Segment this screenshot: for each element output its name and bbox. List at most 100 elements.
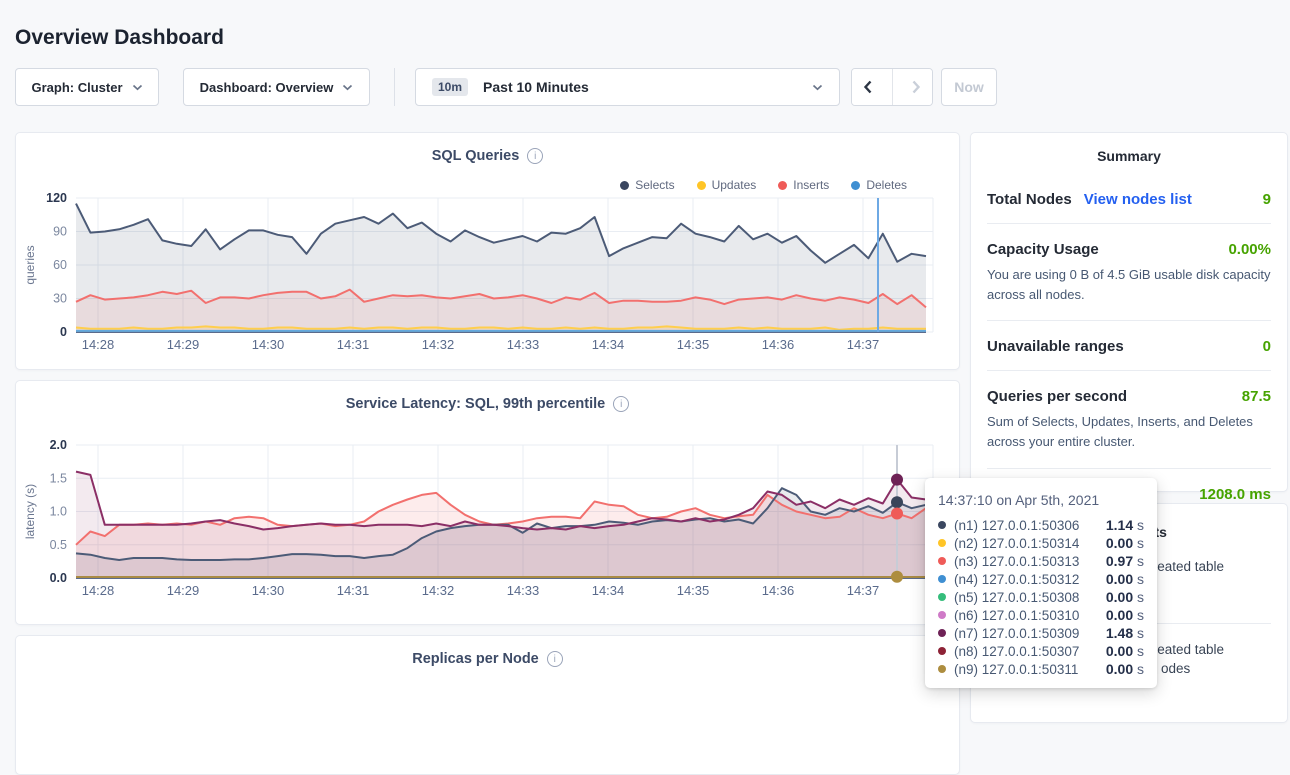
summary-row-qps: Queries per second 87.5 Sum of Selects, … <box>987 371 1271 468</box>
svg-text:14:29: 14:29 <box>167 337 200 352</box>
time-range-badge: 10m <box>432 78 468 96</box>
replicas-title: Replicas per Node <box>412 651 539 667</box>
legend-label: Deletes <box>866 178 907 192</box>
dashboard-dropdown[interactable]: Dashboard: Overview <box>183 68 370 106</box>
qps-desc: Sum of Selects, Updates, Inserts, and De… <box>987 412 1271 452</box>
node-dot-icon <box>938 593 946 601</box>
tooltip-node-row: (n5) 127.0.0.1:503080.00 s <box>938 588 1144 606</box>
svg-text:queries: queries <box>23 245 37 284</box>
summary-row-unavailable: Unavailable ranges 0 <box>987 321 1271 371</box>
tooltip-node-row: (n1) 127.0.0.1:50306 1.14 s <box>938 516 1144 534</box>
legend-item-selects[interactable]: Selects <box>620 178 674 192</box>
p99-value: 1208.0 ms <box>1199 486 1271 503</box>
svg-text:14:31: 14:31 <box>337 337 370 352</box>
replicas-card: Replicas per Node <box>15 635 960 775</box>
svg-text:14:36: 14:36 <box>762 337 795 352</box>
svg-text:90: 90 <box>53 225 67 239</box>
svg-text:14:29: 14:29 <box>167 583 200 598</box>
legend-item-updates[interactable]: Updates <box>697 178 757 192</box>
svg-text:14:33: 14:33 <box>507 583 540 598</box>
latency-title: Service Latency: SQL, 99th percentile <box>346 396 606 412</box>
node-address: (n1) 127.0.0.1:50306 <box>954 518 1079 533</box>
latency-card: Service Latency: SQL, 99th percentile 0.… <box>15 380 960 625</box>
svg-text:14:28: 14:28 <box>82 583 115 598</box>
capacity-desc: You are using 0 B of 4.5 GiB usable disk… <box>987 265 1271 305</box>
latency-title-row: Service Latency: SQL, 99th percentile <box>16 396 959 412</box>
info-icon[interactable] <box>527 148 543 164</box>
node-latency-value: 1.14 s <box>1106 517 1144 533</box>
replicas-title-row: Replicas per Node <box>16 651 959 667</box>
node-latency-value: 0.00 s <box>1106 661 1144 677</box>
node-latency-value: 0.00 s <box>1106 571 1144 587</box>
node-address: (n7) 127.0.0.1:50309 <box>954 626 1079 641</box>
svg-text:14:31: 14:31 <box>337 583 370 598</box>
svg-text:14:37: 14:37 <box>847 337 880 352</box>
node-latency-value: 0.00 s <box>1106 643 1144 659</box>
info-icon[interactable] <box>613 396 629 412</box>
tooltip-node-row: (n2) 127.0.0.1:50314 0.00 s <box>938 534 1144 552</box>
node-address: (n4) 127.0.0.1:50312 <box>954 572 1079 587</box>
summary-row-capacity: Capacity Usage 0.00% You are using 0 B o… <box>987 224 1271 321</box>
tooltip-node-row: (n8) 127.0.0.1:503070.00 s <box>938 642 1144 660</box>
svg-text:14:33: 14:33 <box>507 337 540 352</box>
unavailable-label: Unavailable ranges <box>987 338 1124 355</box>
toolbar-divider <box>394 68 395 106</box>
view-nodes-list-link[interactable]: View nodes list <box>1084 191 1192 208</box>
svg-text:14:34: 14:34 <box>592 337 625 352</box>
tooltip-node-row: (n6) 127.0.0.1:503100.00 s <box>938 606 1144 624</box>
tooltip-timestamp: 14:37:10 on Apr 5th, 2021 <box>938 492 1144 508</box>
chevron-down-icon <box>132 84 143 91</box>
latency-chart[interactable]: 0.00.51.01.52.014:2814:2914:3014:3114:32… <box>16 433 961 613</box>
node-latency-value: 1.48 s <box>1106 625 1144 641</box>
node-dot-icon <box>938 521 946 529</box>
svg-text:0.0: 0.0 <box>50 571 67 585</box>
summary-header: Summary <box>971 133 1287 164</box>
time-prev-button[interactable] <box>852 69 883 105</box>
graph-dropdown[interactable]: Graph: Cluster <box>15 68 159 106</box>
node-address: (n2) 127.0.0.1:50314 <box>954 536 1079 551</box>
node-dot-icon <box>938 629 946 637</box>
capacity-value: 0.00% <box>1228 241 1271 258</box>
node-dot-icon <box>938 575 946 583</box>
svg-text:0: 0 <box>60 325 67 339</box>
total-nodes-label: Total Nodes <box>987 191 1072 208</box>
now-button[interactable]: Now <box>941 68 997 106</box>
legend-dot-icon <box>851 181 860 190</box>
node-dot-icon <box>938 539 946 547</box>
node-address: (n5) 127.0.0.1:50308 <box>954 590 1079 605</box>
chevron-right-icon <box>911 79 922 95</box>
chevron-down-icon <box>342 84 353 91</box>
legend-item-deletes[interactable]: Deletes <box>851 178 907 192</box>
node-address: (n9) 127.0.0.1:50311 <box>954 662 1078 677</box>
svg-text:14:30: 14:30 <box>252 337 285 352</box>
node-address: (n6) 127.0.0.1:50310 <box>954 608 1079 623</box>
node-dot-icon <box>938 611 946 619</box>
svg-text:30: 30 <box>53 292 67 306</box>
node-latency-value: 0.00 s <box>1106 535 1144 551</box>
summary-panel: Summary Total Nodes View nodes list 9 Ca… <box>970 132 1288 492</box>
svg-text:60: 60 <box>53 258 67 272</box>
svg-text:120: 120 <box>46 191 67 205</box>
time-range-label: Past 10 Minutes <box>483 79 589 95</box>
sql-queries-chart[interactable]: 030609012014:2814:2914:3014:3114:3214:33… <box>16 191 961 366</box>
tooltip-node-row: (n3) 127.0.0.1:503130.97 s <box>938 552 1144 570</box>
total-nodes-value: 9 <box>1263 191 1271 208</box>
pager-divider <box>892 69 893 105</box>
svg-text:1.0: 1.0 <box>50 505 67 519</box>
svg-text:2.0: 2.0 <box>50 438 67 452</box>
capacity-label: Capacity Usage <box>987 241 1099 258</box>
event-item[interactable]: created table odes <box>1146 640 1224 678</box>
tooltip-node-row: (n4) 127.0.0.1:50312 0.00 s <box>938 570 1144 588</box>
time-range-selector[interactable]: 10m Past 10 Minutes <box>415 68 840 106</box>
legend-label: Selects <box>635 178 674 192</box>
legend-item-inserts[interactable]: Inserts <box>778 178 829 192</box>
graph-dropdown-label: Graph: Cluster <box>31 80 122 95</box>
svg-text:14:32: 14:32 <box>422 337 455 352</box>
time-next-button[interactable] <box>901 69 932 105</box>
event-item[interactable]: created table <box>1146 559 1224 574</box>
svg-text:14:37: 14:37 <box>847 583 880 598</box>
sql-queries-title: SQL Queries <box>432 148 520 164</box>
info-icon[interactable] <box>547 651 563 667</box>
svg-text:0.5: 0.5 <box>50 538 67 552</box>
legend-dot-icon <box>778 181 787 190</box>
